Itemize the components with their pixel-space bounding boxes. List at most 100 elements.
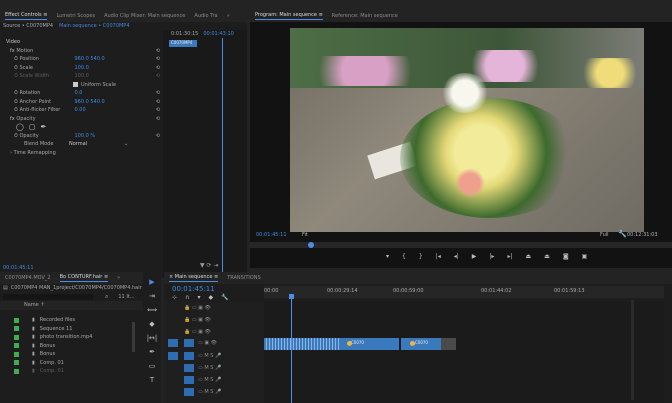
wrench-icon[interactable]: 🔧 [221, 294, 228, 301]
source-label[interactable]: Source • C0070MP4 [3, 23, 53, 29]
step-forward-icon[interactable]: |▸ [489, 253, 494, 260]
tab-project[interactable]: Bo CONTURF.hair ≡ [59, 274, 109, 282]
stopwatch-icon[interactable]: ⏱ [14, 107, 18, 113]
fit-select[interactable]: Fit [302, 232, 308, 238]
reset-icon[interactable]: ⟲ [156, 107, 160, 113]
tab-overflow[interactable]: » [117, 275, 120, 281]
expand-icon[interactable]: › [10, 150, 12, 156]
comparison-icon[interactable]: ▣ [582, 253, 588, 260]
add-marker-icon[interactable]: ▾ [197, 294, 200, 301]
search-input[interactable] [3, 293, 93, 300]
search-icon[interactable]: ⌕ [105, 293, 108, 301]
timeline-marker-icon[interactable]: ◆ [208, 294, 213, 301]
snap-icon[interactable]: ⊹ [172, 294, 177, 301]
marker-icon[interactable]: ▾ [386, 253, 389, 260]
camera-icon[interactable]: ◙ [563, 253, 569, 260]
name-column-header[interactable]: Name ↑ [0, 301, 161, 310]
time-ruler[interactable]: 00:00 00:00:29:14 00:00:59:00 00:01:44:0… [264, 286, 664, 298]
stopwatch-icon[interactable]: ⏱ [14, 65, 18, 71]
selection-tool-icon[interactable]: ▶ [149, 278, 154, 286]
wrench-icon[interactable]: 🔧 [618, 230, 627, 238]
v1-source-patch[interactable] [168, 339, 178, 347]
go-to-in-icon[interactable]: |◂ [436, 253, 441, 260]
hand-icon[interactable]: ▭ [149, 362, 156, 370]
playhead-handle[interactable] [289, 294, 294, 299]
list-item[interactable]: ▮ Sequence 11 [0, 325, 161, 334]
reset-icon[interactable]: ⟲ [156, 48, 160, 54]
video-clip[interactable]: C0070 [401, 338, 441, 350]
a1-source-patch[interactable] [168, 352, 178, 360]
list-item[interactable]: ▮ photo transition.mp4 [0, 333, 161, 342]
effect-controls-timecode[interactable]: 00:01:45:11 [3, 265, 34, 271]
reset-icon[interactable]: ⟲ [156, 133, 160, 139]
v1-track-target[interactable] [184, 339, 194, 347]
stopwatch-icon[interactable]: ⏱ [14, 99, 18, 105]
effect-value[interactable]: 100.0 % [75, 133, 96, 139]
v4-controls[interactable]: 🔒 ▭ ▣ 👁 [184, 305, 211, 311]
timeline-timecode[interactable]: 00:01:45:11 [172, 285, 215, 293]
mini-clip[interactable]: C0070MP4 [169, 40, 197, 47]
go-to-out-icon[interactable]: ▸| [507, 253, 512, 260]
pen-icon[interactable]: ✒ [149, 348, 155, 356]
v3-controls[interactable]: 🔒 ▭ ▣ 👁 [184, 317, 211, 323]
tab-effect-controls[interactable]: Effect Controls ≡ [5, 12, 48, 20]
video-clip[interactable] [264, 338, 339, 350]
a4-track-target[interactable] [184, 388, 194, 396]
effect-value[interactable]: 0.0 [75, 90, 83, 96]
pen-mask-icon[interactable]: ✒ [40, 123, 46, 131]
tab-overflow[interactable]: » [227, 13, 230, 19]
stopwatch-icon[interactable]: ⏱ [14, 90, 18, 96]
lift-icon[interactable]: ⏏ [525, 253, 531, 260]
slip-icon[interactable]: |↔| [147, 334, 158, 342]
effect-value[interactable]: 960.0 540.0 [75, 56, 105, 62]
stopwatch-icon[interactable]: ⏱ [14, 56, 18, 62]
list-item[interactable]: ▮ Recorded files [0, 316, 161, 325]
tab-audio-track[interactable]: Audio Tra [194, 13, 217, 19]
tab-program[interactable]: Program: Main sequence ≡ [255, 12, 323, 20]
timeline-playhead[interactable] [291, 296, 292, 403]
play-icon[interactable]: ▶ [472, 253, 477, 260]
a3-controls[interactable]: ▭ M S 🎤 [198, 377, 221, 383]
stopwatch-icon[interactable]: ⏱ [14, 73, 18, 79]
timeline-scrollbar[interactable] [631, 300, 634, 400]
tab-lumetri-scopes[interactable]: Lumetri Scopes [56, 13, 95, 19]
tab-main-sequence[interactable]: × Main sequence ≡ [169, 274, 219, 282]
tab-reference[interactable]: Reference: Main sequence [332, 13, 398, 19]
mark-out-icon[interactable]: } [419, 253, 423, 260]
reset-icon[interactable]: ⟲ [156, 56, 160, 62]
filter-icon[interactable]: ▼ ⟳ ⇥ [200, 262, 218, 269]
reset-icon[interactable]: ⟲ [156, 116, 160, 122]
mark-in-icon[interactable]: { [402, 253, 406, 260]
a2-controls[interactable]: ▭ M S 🎤 [198, 365, 221, 371]
effect-value[interactable]: 100.0 [75, 65, 89, 71]
video-clip[interactable] [441, 338, 456, 350]
rectangle-mask-icon[interactable]: ▢ [29, 123, 36, 131]
program-timecode[interactable]: 00:01:45:11 [256, 232, 287, 238]
type-tool-icon[interactable]: T [150, 376, 154, 384]
step-back-icon[interactable]: ◂| [454, 253, 459, 260]
track-select-icon[interactable]: ⇥ [149, 292, 155, 300]
stopwatch-icon[interactable]: ⏱ [14, 133, 18, 139]
chevron-down-icon[interactable]: ⌄ [124, 141, 128, 147]
v2-controls[interactable]: 🔒 ▭ ▣ 👁 [184, 329, 211, 335]
tab-audio-clip-mixer[interactable]: Audio Clip Mixer: Main sequence [104, 13, 185, 19]
video-frame[interactable] [290, 28, 644, 232]
reset-icon[interactable]: ⟲ [156, 90, 160, 96]
a1-track-target[interactable] [184, 352, 194, 360]
mini-playhead[interactable] [222, 38, 223, 273]
effect-value[interactable]: 0.00 [75, 107, 86, 113]
track-area[interactable]: C0070 C0070 [264, 302, 664, 403]
ellipse-mask-icon[interactable]: ◯ [16, 123, 24, 131]
razor-icon[interactable]: ◆ [149, 320, 154, 328]
reset-icon[interactable]: ⟲ [156, 65, 160, 71]
list-item[interactable]: ▮ Bonus [0, 342, 161, 351]
a1-controls[interactable]: ▭ M S 🎤 [198, 353, 221, 359]
reset-icon[interactable]: ⟲ [156, 73, 160, 79]
project-scrollbar[interactable] [132, 322, 135, 352]
list-item[interactable]: ▮ Bonus [0, 350, 161, 359]
linked-selection-icon[interactable]: ∩ [185, 294, 189, 301]
program-scrubber[interactable] [250, 242, 672, 248]
extract-icon[interactable]: ⏏ [544, 253, 550, 260]
tab-media-browser[interactable]: C0070MP4.MOV_2 [5, 275, 51, 281]
list-item[interactable]: ▮ Comp. 01 [0, 359, 161, 368]
